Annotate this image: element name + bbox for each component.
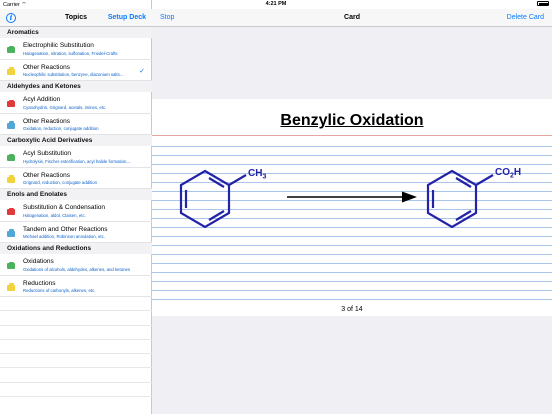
status-bar: Carrier ⌔ 4:21 PM (0, 0, 552, 9)
topic-subtitle: Halogenation, nitration, sulfonation, Fr… (23, 50, 118, 56)
card-title: Benzylic Oxidation (280, 112, 424, 129)
reactant-benzene-ring (179, 169, 247, 229)
product-group-label: CO2H (495, 167, 521, 180)
topic-subtitle: Michael addition, Robinson annulation, e… (23, 234, 105, 239)
topic-row[interactable]: Electrophilic Substitution Halogenation, … (0, 38, 152, 60)
topics-navbar: i Topics Setup Deck (0, 9, 152, 27)
topic-subtitle: Oxidations of alcohols, aldehydes, alken… (23, 266, 131, 272)
topic-row[interactable]: Other Reactions Grignard, reduction, conj… (0, 168, 152, 189)
topic-row[interactable]: Other Reactions Oxidation, reduction, con… (0, 114, 152, 135)
topic-title: Acyl Addition (23, 96, 61, 103)
topics-sidebar: i Topics Setup Deck Aromatics Electrophil… (0, 0, 152, 414)
topic-list: Aromatics Electrophilic Substitution Halog… (0, 27, 152, 398)
topic-title: Electrophilic Substitution (23, 42, 94, 49)
topic-title: Tandem and Other Reactions (23, 225, 108, 233)
empty-row (0, 368, 152, 383)
flashcard[interactable]: Benzylic Oxidation CH3 CO2H 3 of 14 (152, 99, 552, 316)
section-header: Aldehydes and Ketones (0, 81, 152, 92)
topic-row[interactable]: Tandem and Other Reactions Michael additi… (0, 222, 152, 243)
card-navbar: Stop Card Delete Card (152, 9, 552, 27)
checkmark-icon: ✓ (139, 67, 145, 75)
empty-row (0, 326, 152, 340)
empty-row (0, 340, 152, 355)
deck-box-icon (7, 45, 15, 53)
card-nav-title: Card (344, 14, 360, 21)
deck-box-icon (7, 175, 15, 183)
card-rule-line (152, 245, 552, 246)
battery-indicator (537, 1, 549, 6)
topic-subtitle: Cyanohydrin, Grignard, acetals, imines, … (23, 104, 107, 110)
status-time: 4:21 PM (265, 1, 287, 7)
topic-title: Other Reactions (23, 63, 70, 71)
card-counter: 3 of 14 (341, 306, 363, 313)
card-rule-line (152, 263, 552, 264)
topic-title: Other Reactions (23, 117, 70, 125)
deck-box-icon (7, 261, 15, 269)
reactant-group-label: CH3 (248, 168, 266, 181)
card-rule-line (152, 281, 552, 282)
card-rule-line (152, 299, 552, 300)
reaction-arrow (287, 191, 417, 203)
topic-row[interactable]: Reductions Reductions of carbonyls, alken… (0, 276, 152, 297)
deck-box-icon (7, 121, 15, 129)
topic-title: Substitution & Condensation (23, 204, 106, 211)
product-benzene-ring (426, 169, 494, 229)
delete-card-button[interactable]: Delete Card (507, 14, 544, 21)
card-margin-line (152, 135, 552, 136)
topic-row[interactable]: Substitution & Condensation Halogenation,… (0, 200, 152, 222)
reaction-scheme: CH3 CO2H (179, 167, 521, 229)
topic-title: Other Reactions (23, 171, 70, 179)
topic-subtitle: Nucleophilic substitution, benzyne, diaz… (23, 72, 124, 77)
section-header: Enols and Enolates (0, 189, 152, 200)
deck-box-icon (7, 229, 15, 237)
card-rule-line (152, 272, 552, 273)
section-header: Oxidations and Reductions (0, 243, 152, 254)
setup-deck-button[interactable]: Setup Deck (108, 14, 146, 21)
empty-row (0, 354, 152, 369)
topic-subtitle: Halogenation, aldol, Claisen, etc. (23, 212, 86, 218)
deck-box-icon (7, 153, 15, 161)
card-rule-line (152, 236, 552, 237)
card-rule-line (152, 254, 552, 255)
topic-title: Reductions (23, 279, 56, 287)
topic-row[interactable]: Acyl Substitution Hydrolysis, Fischer est… (0, 146, 152, 168)
empty-row (0, 311, 152, 326)
topic-subtitle: Reductions of carbonyls, alkenes, etc. (23, 288, 96, 293)
topic-title: Acyl Substitution (23, 150, 72, 157)
topic-title: Oxidations (23, 258, 54, 265)
card-rule-line (152, 146, 552, 147)
topic-subtitle: Grignard, reduction, conjugate addition (23, 180, 98, 185)
battery-icon (537, 1, 549, 6)
deck-box-icon (7, 99, 15, 107)
topic-row[interactable]: Other Reactions Nucleophilic substitution… (0, 60, 152, 81)
topic-subtitle: Oxidation, reduction, conjugate addition (23, 126, 99, 131)
empty-row (0, 383, 152, 398)
topic-row[interactable]: Oxidations Oxidations of alcohols, aldehy… (0, 254, 152, 276)
section-header: Aromatics (0, 27, 152, 38)
deck-box-icon (7, 283, 15, 291)
topic-subtitle: Hydrolysis, Fischer esterification, acyl… (23, 158, 132, 164)
deck-box-icon (7, 67, 15, 75)
topic-row[interactable]: Acyl Addition Cyanohydrin, Grignard, acet… (0, 92, 152, 114)
section-header: Carboxylic Acid Derivatives (0, 135, 152, 146)
deck-box-icon (7, 207, 15, 215)
empty-row (0, 297, 152, 312)
card-rule-line (152, 290, 552, 291)
